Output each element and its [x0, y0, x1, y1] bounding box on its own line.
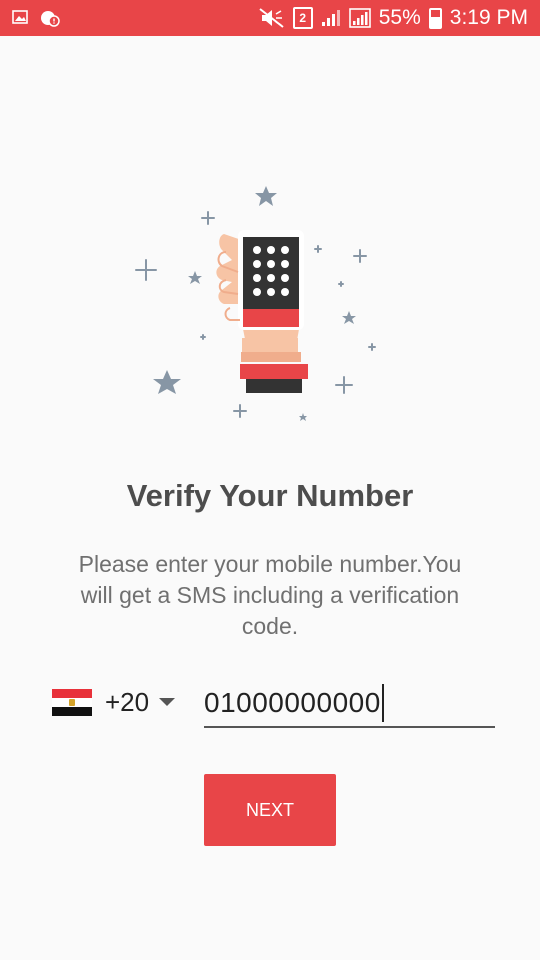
sim-icon: 2: [292, 7, 313, 29]
signal-icon: [321, 9, 341, 27]
country-code-picker[interactable]: +20: [52, 682, 176, 722]
text-cursor: [381, 684, 384, 722]
status-bar-notifications: [12, 9, 60, 27]
notification-icon: [40, 9, 60, 27]
phone-number-value: 01000000000: [204, 687, 381, 718]
phone-number-input[interactable]: 01000000000: [204, 680, 495, 728]
signal-2-icon: [348, 8, 371, 28]
clock: 3:19 PM: [449, 6, 528, 29]
status-bar-system: 2 55% 3:19 PM: [259, 0, 528, 36]
mute-icon: [259, 8, 285, 28]
battery-percent: 55%: [378, 6, 421, 29]
page-title: Verify Your Number: [126, 478, 414, 513]
egypt-flag-icon: [52, 688, 92, 716]
page-subtitle: Please enter your mobile number.You will…: [78, 551, 462, 639]
phone-keypad-hand-icon: [120, 180, 390, 430]
image-icon: [12, 9, 28, 27]
next-button[interactable]: NEXT: [204, 774, 336, 846]
battery-icon: [428, 7, 442, 29]
status-bar: 2 55% 3:19 PM: [0, 0, 540, 36]
country-code: +20: [105, 686, 150, 717]
chevron-down-icon: [159, 698, 176, 706]
